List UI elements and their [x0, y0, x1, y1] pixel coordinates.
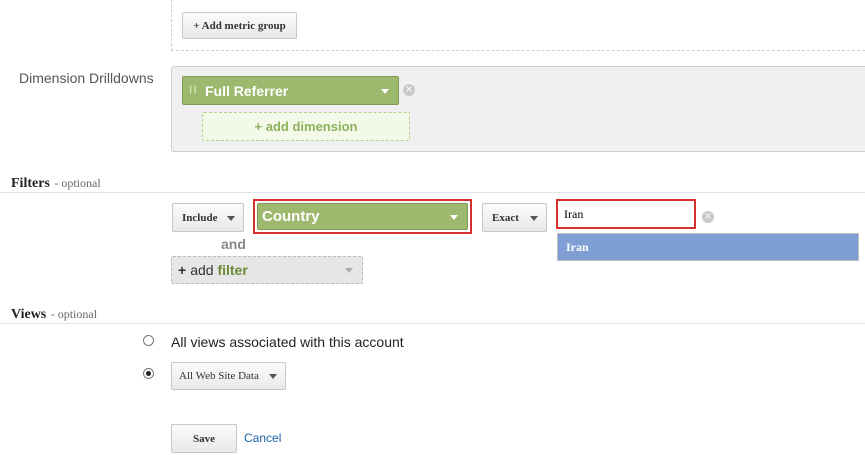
- filter-dimension-select[interactable]: Country: [257, 203, 468, 230]
- add-filter-plus: +: [178, 262, 187, 278]
- views-divider: [0, 323, 865, 324]
- filters-heading: Filters - optional: [11, 174, 101, 192]
- dimension-drilldowns-label: Dimension Drilldowns: [19, 70, 154, 86]
- chevron-down-icon: [269, 374, 277, 379]
- include-select[interactable]: Include: [172, 203, 244, 232]
- and-label: and: [221, 236, 246, 252]
- filter-dimension-label: Country: [262, 208, 320, 225]
- views-optional: - optional: [50, 307, 98, 321]
- filters-title: Filters: [11, 176, 50, 191]
- match-type-label: Exact: [492, 211, 519, 224]
- filters-divider: [0, 192, 865, 193]
- radio-all-views[interactable]: [143, 335, 154, 346]
- clear-filter-icon[interactable]: ×: [702, 211, 714, 223]
- autocomplete-suggestion[interactable]: Iran: [557, 233, 859, 261]
- include-select-label: Include: [182, 211, 218, 224]
- chevron-down-icon: [530, 215, 538, 221]
- view-select-label: All Web Site Data: [179, 370, 259, 382]
- all-views-label: All views associated with this account: [171, 334, 404, 350]
- remove-dimension-icon[interactable]: ×: [403, 84, 415, 96]
- dimension-select-full-referrer[interactable]: ⁞⁞ Full Referrer: [182, 76, 399, 105]
- radio-specific-view[interactable]: [143, 368, 154, 379]
- cancel-link[interactable]: Cancel: [244, 431, 281, 445]
- views-heading: Views - optional: [11, 305, 97, 323]
- add-filter-keyword: filter: [217, 262, 248, 278]
- chevron-down-icon: [227, 215, 235, 221]
- filter-value-input[interactable]: [562, 203, 692, 225]
- filters-optional: - optional: [54, 176, 101, 190]
- add-filter-add: add: [190, 262, 214, 278]
- add-filter-button[interactable]: + add filter: [171, 256, 363, 284]
- views-title: Views: [11, 307, 47, 322]
- save-button[interactable]: Save: [171, 424, 237, 453]
- view-select[interactable]: All Web Site Data: [171, 362, 286, 390]
- dimension-select-label: Full Referrer: [205, 82, 289, 99]
- add-metric-group-button[interactable]: + Add metric group: [182, 12, 297, 39]
- chevron-down-icon: [381, 88, 389, 94]
- chevron-down-icon: [345, 268, 353, 273]
- add-dimension-button[interactable]: + add dimension: [202, 112, 410, 141]
- match-type-select[interactable]: Exact: [482, 203, 547, 232]
- chevron-down-icon: [450, 214, 458, 220]
- drag-handle-icon[interactable]: ⁞⁞: [189, 86, 197, 96]
- filter-value-field: [556, 199, 696, 229]
